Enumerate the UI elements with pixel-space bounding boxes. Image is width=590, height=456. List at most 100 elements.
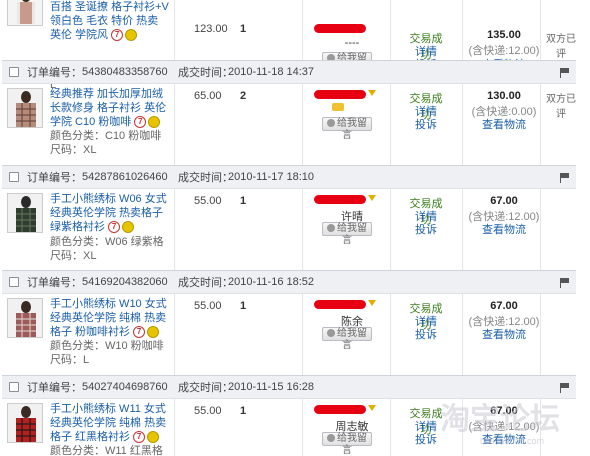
deal-time-label: 成交时间： <box>178 67 233 79</box>
unit-price: 55.00 <box>194 195 222 207</box>
view-logistics-link[interactable]: 查看物流 <box>468 221 540 237</box>
order-total: 67.00 <box>490 300 518 312</box>
complaint-link[interactable]: 投诉 <box>406 326 446 342</box>
unit-price: 55.00 <box>194 405 222 417</box>
order-no-label: 订单编号： <box>27 277 82 289</box>
product-attrs: 颜色分类：W11 红黑格 <box>50 445 163 456</box>
seven-day-return-icon: 7 <box>134 116 147 129</box>
order-number: 54380483358760 <box>82 66 168 78</box>
select-checkbox[interactable] <box>9 172 19 182</box>
order-item: 订单编号： 54380483358760 成交时间： 2010-11-18 14:3… <box>2 60 576 166</box>
leave-message-button[interactable]: 给我留言 <box>322 117 372 141</box>
order-total: 135.00 <box>487 29 521 41</box>
order-number: 54027404698760 <box>82 381 168 393</box>
deal-time-label: 成交时间： <box>178 382 233 394</box>
message-icon <box>327 224 335 232</box>
star-icon <box>368 300 376 308</box>
product-title[interactable]: 百搭 圣诞撩 格子衬衫+V领白色 毛衣 特价 热卖 英伦 学院风 7 <box>50 0 172 42</box>
star-icon <box>368 195 376 203</box>
guarantee-icon <box>147 326 160 339</box>
quantity: 1 <box>240 300 247 312</box>
order-total: 130.00 <box>487 90 521 102</box>
order-header: 订单编号： 54169204382060 成交时间： 2010-11-16 18:5… <box>2 270 576 294</box>
view-logistics-link[interactable]: 查看物流 <box>468 116 540 132</box>
order-header: 订单编号： 54287861026460 成交时间： 2010-11-17 18:1… <box>2 165 576 189</box>
rating-status: 双方已评 <box>546 34 576 60</box>
product-title[interactable]: 手工小熊绣标 W06 女式 经典英伦学院 热卖格子 绿紫格衬衫 7 <box>50 192 172 234</box>
seven-day-return-icon: 7 <box>111 29 124 42</box>
message-icon <box>327 119 335 127</box>
buyer-name[interactable]: ---- <box>332 37 372 49</box>
quantity: 1 <box>240 405 247 417</box>
order-body: 经典推荐 加长加厚加绒 长款修身 格子衬衫 英伦学院 C10 粉咖啡 7 颜色分… <box>2 84 576 166</box>
leave-message-button[interactable]: 给我留言 <box>322 327 372 351</box>
flag-icon[interactable] <box>560 173 570 183</box>
watermark-text: 淘宝论坛 <box>440 402 560 437</box>
order-no-label: 订单编号： <box>27 67 82 79</box>
buyer-redacted <box>314 24 366 33</box>
order-no-label: 订单编号： <box>27 172 82 184</box>
order-list: 百搭 圣诞撩 格子衬衫+V领白色 毛衣 特价 热卖 英伦 学院风 7 颜色分类：… <box>0 0 590 456</box>
quantity: 1 <box>240 23 247 35</box>
select-checkbox[interactable] <box>9 67 19 77</box>
buyer-redacted <box>314 90 366 99</box>
complaint-link[interactable]: 投诉 <box>406 221 446 237</box>
message-icon <box>327 329 335 337</box>
order-header: 订单编号： 54380483358760 成交时间： 2010-11-18 14:3… <box>2 60 576 84</box>
buyer-redacted <box>314 300 366 309</box>
message-icon[interactable] <box>332 103 344 111</box>
forum-watermark: 淘宝论坛 bbs.taobao.com <box>410 392 590 452</box>
select-checkbox[interactable] <box>9 382 19 392</box>
buyer-redacted <box>314 405 366 414</box>
star-icon <box>368 405 376 413</box>
flag-icon[interactable] <box>560 68 570 78</box>
deal-time-label: 成交时间： <box>178 277 233 289</box>
order-number: 54169204382060 <box>82 276 168 288</box>
rating-status: 双方已评 <box>546 94 576 120</box>
flag-icon[interactable] <box>560 383 570 393</box>
guarantee-icon <box>122 221 135 234</box>
unit-price: 123.00 <box>194 23 228 35</box>
order-item: 订单编号： 54287861026460 成交时间： 2010-11-17 18:1… <box>2 165 576 271</box>
quantity: 2 <box>240 90 247 102</box>
order-no-label: 订单编号： <box>27 382 82 394</box>
star-icon <box>368 90 376 98</box>
product-thumbnail[interactable] <box>7 88 43 128</box>
view-logistics-link[interactable]: 查看物流 <box>468 326 540 342</box>
deal-time: 2010-11-15 16:28 <box>228 381 315 393</box>
guarantee-icon <box>148 116 161 129</box>
seven-day-return-icon: 7 <box>133 431 146 444</box>
order-body: 手工小熊绣标 W10 女式 经典英伦学院 纯棉 热卖格子 粉咖啡衬衫 7 颜色分… <box>2 294 576 376</box>
guarantee-icon <box>125 29 138 42</box>
unit-price: 65.00 <box>194 90 222 102</box>
product-title[interactable]: 手工小熊绣标 W11 女式 经典英伦学院 纯棉 热卖格子 红黑格衬衫 7 <box>50 402 172 444</box>
product-attrs: 颜色分类：C10 粉咖啡 尺码：XL <box>50 130 173 156</box>
product-title[interactable]: 经典推荐 加长加厚加绒 长款修身 格子衬衫 英伦学院 C10 粉咖啡 7 <box>50 87 172 129</box>
order-number: 54287861026460 <box>82 171 168 183</box>
product-thumbnail[interactable] <box>7 0 43 26</box>
product-thumbnail[interactable] <box>7 193 43 233</box>
seven-day-return-icon: 7 <box>133 326 146 339</box>
product-thumbnail[interactable] <box>7 403 43 443</box>
flag-icon[interactable] <box>560 278 570 288</box>
leave-message-button[interactable]: 给我留言 <box>322 432 372 456</box>
product-thumbnail[interactable] <box>7 298 43 338</box>
order-total: 67.00 <box>490 195 518 207</box>
leave-message-button[interactable]: 给我留言 <box>322 222 372 246</box>
guarantee-icon <box>147 431 160 444</box>
deal-time-label: 成交时间： <box>178 172 233 184</box>
message-icon <box>327 434 335 442</box>
product-title[interactable]: 手工小熊绣标 W10 女式 经典英伦学院 纯棉 热卖格子 粉咖啡衬衫 7 <box>50 297 172 339</box>
buyer-redacted <box>314 195 366 204</box>
order-item: 订单编号： 54169204382060 成交时间： 2010-11-16 18:5… <box>2 270 576 376</box>
watermark-url: bbs.taobao.com <box>480 436 545 446</box>
seven-day-return-icon: 7 <box>108 221 121 234</box>
product-attrs: 颜色分类：W06 绿紫格 尺码：XL <box>50 236 175 262</box>
deal-time: 2010-11-17 18:10 <box>228 171 315 183</box>
deal-time: 2010-11-18 14:37 <box>228 66 315 78</box>
select-checkbox[interactable] <box>9 277 19 287</box>
quantity: 1 <box>240 195 247 207</box>
unit-price: 55.00 <box>194 300 222 312</box>
complaint-link[interactable]: 投诉 <box>406 116 446 132</box>
deal-time: 2010-11-16 18:52 <box>228 276 315 288</box>
